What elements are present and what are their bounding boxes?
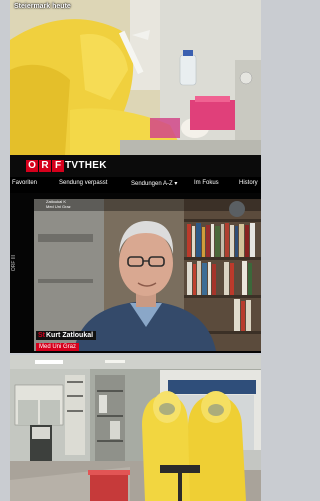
- nav-history[interactable]: History: [239, 180, 258, 186]
- news-clip-lab-corridor[interactable]: [10, 355, 261, 501]
- corridor-scene-image: [10, 355, 261, 501]
- speaker-name: Kurt Zatloukal: [46, 332, 94, 339]
- orf-logo-letter: F: [52, 160, 64, 172]
- speaker-affiliation: Med Uni Graz: [36, 343, 80, 351]
- lab-scene-image: [10, 0, 261, 155]
- channel-side-label: ORF III: [11, 255, 17, 272]
- nav-sendung-verpasst[interactable]: Sendung verpasst: [59, 180, 107, 186]
- nav-sendungen-az[interactable]: Sendungen A-Z ▾: [131, 180, 177, 187]
- speaker-name-box: StKurt Zatloukal: [36, 331, 97, 340]
- news-clip-lab-scene[interactable]: Steiermark heute: [10, 0, 261, 155]
- tvthek-wordmark[interactable]: TVTHEK: [65, 160, 107, 171]
- program-caption: Steiermark heute: [14, 3, 71, 10]
- nav-im-fokus[interactable]: Im Fokus: [194, 180, 219, 186]
- orf-tvthek-window: O R F TVTHEK Favoriten Sendung verpasst …: [10, 155, 261, 353]
- speaker-lower-third: StKurt Zatloukal Med Uni Graz: [36, 324, 97, 351]
- channel-mark: St: [38, 332, 45, 339]
- orf-logo-letter: O: [26, 160, 38, 172]
- orf-logo-letter: R: [39, 160, 51, 172]
- nav-favoriten[interactable]: Favoriten: [12, 180, 37, 186]
- video-participant-org: Med Uni Graz: [46, 204, 71, 209]
- video-participant-tag: Zatloukal K Med Uni Graz: [46, 199, 71, 209]
- orf-logo[interactable]: O R F: [26, 160, 65, 172]
